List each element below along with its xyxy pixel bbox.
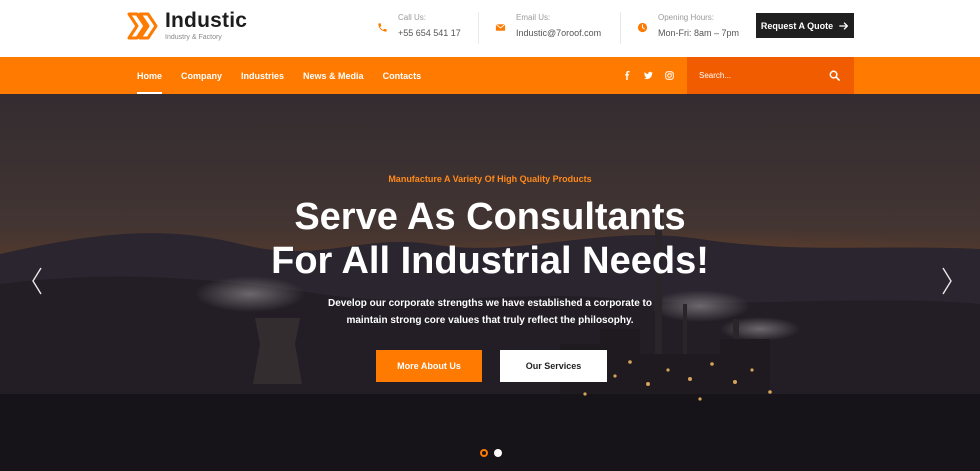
logo[interactable]: Industic Industry & Factory <box>126 9 247 43</box>
call-value[interactable]: +55 654 541 17 <box>398 28 461 39</box>
slider-dot[interactable] <box>480 449 488 457</box>
search-input[interactable] <box>699 71 819 80</box>
search-box <box>687 57 854 94</box>
nav-item-industries[interactable]: Industries <box>241 57 284 94</box>
arrow-right-icon <box>839 21 849 30</box>
more-about-us-button[interactable]: More About Us <box>376 350 482 382</box>
hero-slider: Manufacture A Variety Of High Quality Pr… <box>0 94 980 471</box>
hero-title-line-2: For All Industrial Needs! <box>271 240 709 282</box>
main-nav: Home Company Industries News & Media Con… <box>137 57 440 94</box>
request-quote-button[interactable]: Request A Quote <box>756 13 854 38</box>
hero-description: Develop our corporate strengths we have … <box>0 295 980 329</box>
instagram-icon[interactable] <box>665 71 674 80</box>
hero-description-line-2: maintain strong core values that truly r… <box>346 315 634 326</box>
email-value[interactable]: Industic@7oroof.com <box>516 28 601 39</box>
social-links <box>623 57 674 94</box>
call-label: Call Us: <box>398 13 427 22</box>
hero-description-line-1: Develop our corporate strengths we have … <box>328 298 652 309</box>
request-quote-label: Request A Quote <box>760 20 834 31</box>
hero-kicker: Manufacture A Variety Of High Quality Pr… <box>388 174 592 184</box>
clock-icon <box>636 21 648 33</box>
chevron-left-icon[interactable] <box>30 266 44 296</box>
double-chevron-logo-icon <box>127 12 158 40</box>
email-label: Email Us: <box>516 13 551 22</box>
our-services-button[interactable]: Our Services <box>500 350 607 382</box>
email-info: Email Us: Industic@7oroof.com <box>494 13 601 43</box>
nav-item-contacts[interactable]: Contacts <box>383 57 422 94</box>
hours-label: Opening Hours: <box>658 13 715 22</box>
facebook-icon[interactable] <box>623 71 632 80</box>
top-bar: Industic Industry & Factory Call Us: +55… <box>0 0 980 57</box>
hero-title: Serve As Consultants For All Industrial … <box>0 195 980 283</box>
slider-dot[interactable] <box>494 449 502 457</box>
nav-item-home[interactable]: Home <box>137 57 163 94</box>
divider <box>620 12 621 44</box>
logo-text: Industic Industry & Factory <box>165 10 247 42</box>
hero-title-line-1: Serve As Consultants <box>294 196 686 238</box>
brand-name: Industic <box>165 9 248 32</box>
call-info: Call Us: +55 654 541 17 <box>376 13 461 43</box>
brand-tagline: Industry & Factory <box>165 34 222 41</box>
hero-content: Manufacture A Variety Of High Quality Pr… <box>0 94 980 471</box>
divider <box>478 12 479 44</box>
nav-item-company[interactable]: Company <box>181 57 222 94</box>
twitter-icon[interactable] <box>644 71 653 80</box>
hours-value: Mon-Fri: 8am – 7pm <box>658 28 740 38</box>
hours-info: Opening Hours: Mon-Fri: 8am – 7pm <box>636 13 739 43</box>
nav-item-news-media[interactable]: News & Media <box>303 57 364 94</box>
search-icon[interactable] <box>829 70 840 81</box>
phone-icon <box>376 21 388 33</box>
chevron-right-icon[interactable] <box>940 266 954 296</box>
main-nav-bar: Home Company Industries News & Media Con… <box>0 57 980 94</box>
envelope-icon <box>494 21 506 33</box>
slider-pagination <box>480 449 502 457</box>
